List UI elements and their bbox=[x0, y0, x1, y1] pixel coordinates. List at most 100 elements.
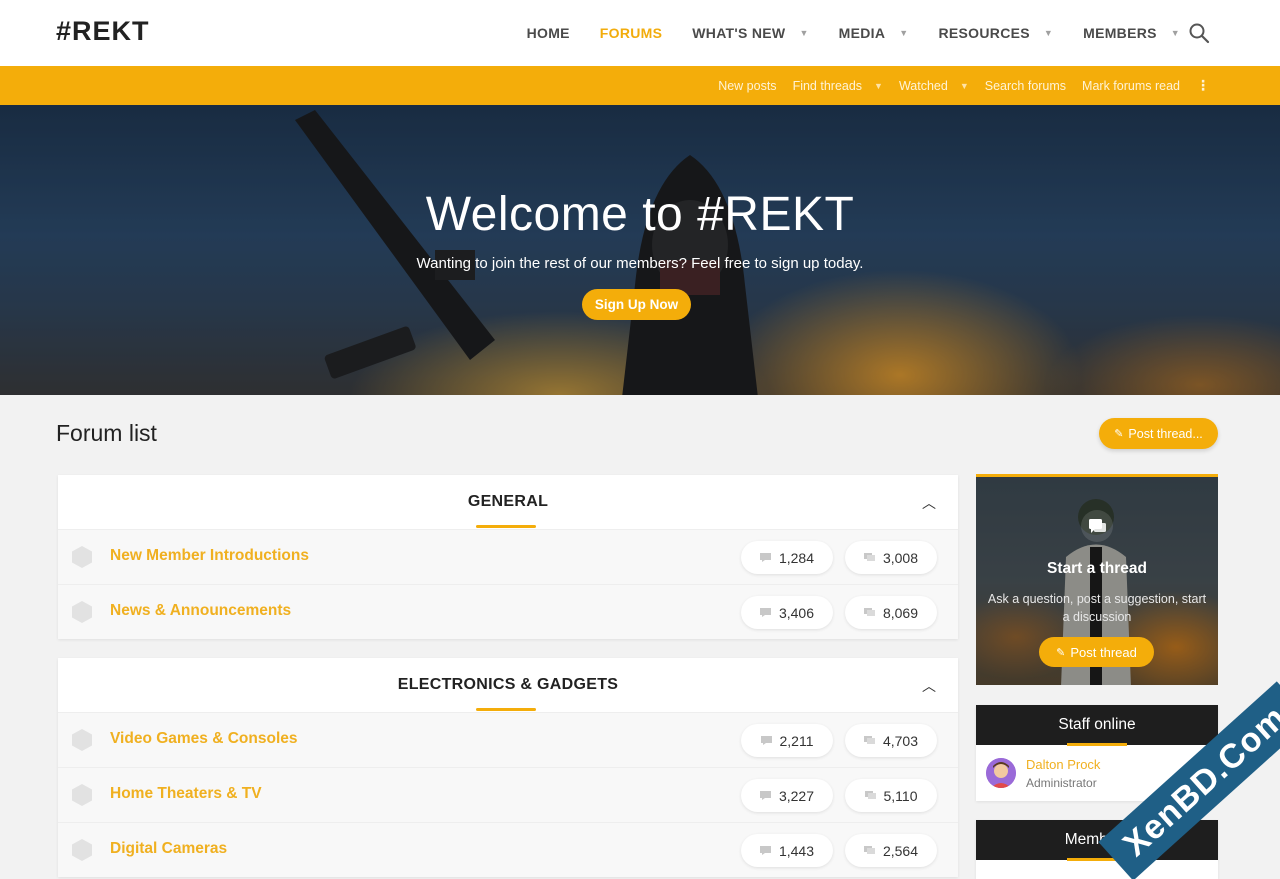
vertical-dots-icon[interactable]: ⋮ bbox=[1196, 77, 1210, 94]
category-title[interactable]: GENERAL bbox=[58, 493, 958, 511]
start-thread-title: Start a thread bbox=[1047, 560, 1147, 577]
messages-icon bbox=[863, 846, 875, 854]
threads-icon bbox=[759, 791, 771, 800]
threads-count: 3,406 bbox=[741, 596, 833, 629]
forum-title[interactable]: New Member Introductions bbox=[110, 547, 309, 565]
staff-online-title: Staff online bbox=[1058, 716, 1136, 733]
forum-title[interactable]: Video Games & Consoles bbox=[110, 730, 298, 748]
hero-overlay bbox=[0, 105, 1280, 395]
sign-up-button[interactable]: Sign Up Now bbox=[582, 289, 691, 320]
messages-icon bbox=[864, 791, 876, 799]
sub-nav: New posts Find threads ▼ Watched ▼ Search … bbox=[0, 66, 1280, 105]
chevron-down-icon[interactable]: ▼ bbox=[1044, 28, 1053, 38]
top-header: #REKT HOME FORUMS WHAT'S NEW ▼ MEDIA ▼ RES… bbox=[0, 0, 1280, 66]
category-general: GENERAL ︿ New Member Introductions 1,284… bbox=[58, 475, 958, 639]
subnav-find-threads[interactable]: Find threads ▼ bbox=[793, 79, 883, 93]
subnav-find-threads-label: Find threads bbox=[792, 78, 863, 93]
messages-value: 5,110 bbox=[883, 787, 918, 804]
category-header: ELECTRONICS & GADGETS ︿ bbox=[58, 658, 958, 712]
messages-count: 2,564 bbox=[845, 834, 937, 867]
subnav-new-posts[interactable]: New posts bbox=[718, 79, 776, 93]
messages-count: 4,703 bbox=[845, 724, 937, 757]
threads-value: 3,227 bbox=[778, 787, 815, 804]
threads-icon bbox=[760, 736, 772, 745]
category-underline bbox=[476, 708, 536, 711]
pencil-icon: ✎ bbox=[1056, 646, 1066, 659]
start-thread-description: Ask a question, post a suggestion, start… bbox=[987, 592, 1207, 624]
messages-count: 5,110 bbox=[845, 779, 937, 812]
hero-title: Welcome to #REKT bbox=[425, 188, 855, 241]
forum-icon bbox=[72, 601, 92, 623]
threads-count: 1,284 bbox=[741, 541, 833, 574]
threads-value: 2,211 bbox=[779, 732, 814, 749]
chat-bubbles-icon bbox=[1081, 510, 1113, 542]
page-title: Forum list bbox=[56, 420, 157, 446]
threads-count: 1,443 bbox=[741, 834, 833, 867]
threads-value: 3,406 bbox=[778, 604, 815, 621]
messages-icon bbox=[863, 736, 875, 744]
nav-media-label: MEDIA bbox=[838, 25, 886, 41]
subnav-mark-read-label: Mark forums read bbox=[1082, 78, 1180, 93]
forum-node: Digital Cameras 1,443 2,564 bbox=[58, 822, 958, 877]
subnav-mark-read[interactable]: Mark forums read bbox=[1082, 79, 1180, 93]
forum-icon bbox=[72, 784, 92, 806]
post-thread-button[interactable]: ✎ Post thread... bbox=[1099, 418, 1218, 449]
avatar[interactable] bbox=[986, 758, 1016, 788]
staff-online-header: Staff online bbox=[976, 705, 1218, 746]
forum-node: Home Theaters & TV 3,227 5,110 bbox=[58, 767, 958, 822]
subnav-search-forums[interactable]: Search forums bbox=[985, 79, 1066, 93]
messages-count: 3,008 bbox=[845, 541, 937, 574]
main-nav: HOME FORUMS WHAT'S NEW ▼ MEDIA ▼ RESOURCES… bbox=[497, 0, 1180, 66]
category-electronics: ELECTRONICS & GADGETS ︿ Video Games & Co… bbox=[58, 658, 958, 877]
sidebar-post-thread-button[interactable]: ✎ Post thread bbox=[1039, 637, 1154, 667]
forum-node: News & Announcements 3,406 8,069 bbox=[58, 584, 958, 639]
search-icon[interactable] bbox=[1188, 22, 1210, 44]
subnav-watched-label: Watched bbox=[898, 78, 948, 93]
nav-whats-new[interactable]: WHAT'S NEW ▼ bbox=[692, 25, 808, 41]
messages-icon bbox=[863, 608, 875, 616]
messages-value: 3,008 bbox=[882, 549, 919, 566]
threads-value: 1,443 bbox=[778, 842, 815, 859]
chevron-down-icon[interactable]: ▼ bbox=[1171, 28, 1180, 38]
forum-node: Video Games & Consoles 2,211 4,703 bbox=[58, 712, 958, 767]
nav-resources-label: RESOURCES bbox=[938, 25, 1030, 41]
staff-name[interactable]: Dalton Prock bbox=[1026, 757, 1100, 772]
forum-icon bbox=[72, 839, 92, 861]
nav-resources[interactable]: RESOURCES ▼ bbox=[939, 25, 1054, 41]
chevron-down-icon[interactable]: ▼ bbox=[874, 81, 883, 91]
threads-icon bbox=[759, 553, 771, 562]
chevron-down-icon[interactable]: ▼ bbox=[799, 28, 808, 38]
chevron-up-icon[interactable]: ︿ bbox=[922, 493, 936, 513]
category-underline bbox=[476, 525, 536, 528]
messages-icon bbox=[863, 553, 875, 561]
subnav-search-forums-label: Search forums bbox=[984, 78, 1067, 93]
threads-count: 2,211 bbox=[741, 724, 833, 757]
chevron-down-icon[interactable]: ▼ bbox=[960, 81, 969, 91]
threads-count: 3,227 bbox=[741, 779, 833, 812]
nav-home[interactable]: HOME bbox=[527, 25, 570, 41]
nav-media[interactable]: MEDIA ▼ bbox=[839, 25, 909, 41]
forum-node: New Member Introductions 1,284 3,008 bbox=[58, 529, 958, 584]
threads-value: 1,284 bbox=[778, 549, 815, 566]
chevron-up-icon[interactable]: ︿ bbox=[922, 676, 936, 696]
nav-forums-label: FORUMS bbox=[599, 25, 663, 41]
hero-subtitle: Wanting to join the rest of our members?… bbox=[416, 255, 864, 272]
forum-title[interactable]: Digital Cameras bbox=[110, 840, 227, 858]
nav-members[interactable]: MEMBERS ▼ bbox=[1083, 25, 1180, 41]
sidebar-post-thread-label: Post thread bbox=[1070, 644, 1137, 660]
site-logo[interactable]: #REKT bbox=[56, 16, 150, 47]
threads-icon bbox=[759, 846, 771, 855]
forum-icon bbox=[72, 729, 92, 751]
subnav-new-posts-label: New posts bbox=[718, 78, 777, 93]
forum-title[interactable]: Home Theaters & TV bbox=[110, 785, 262, 803]
nav-forums[interactable]: FORUMS bbox=[600, 25, 662, 41]
chevron-down-icon[interactable]: ▼ bbox=[899, 28, 908, 38]
forum-title[interactable]: News & Announcements bbox=[110, 602, 291, 620]
nav-members-label: MEMBERS bbox=[1083, 25, 1157, 41]
category-title[interactable]: ELECTRONICS & GADGETS bbox=[58, 676, 958, 694]
category-header: GENERAL ︿ bbox=[58, 475, 958, 529]
hero-banner: Welcome to #REKT Wanting to join the res… bbox=[0, 105, 1280, 395]
threads-icon bbox=[759, 608, 771, 617]
subnav-watched[interactable]: Watched ▼ bbox=[899, 79, 969, 93]
nav-whats-new-label: WHAT'S NEW bbox=[692, 25, 786, 41]
